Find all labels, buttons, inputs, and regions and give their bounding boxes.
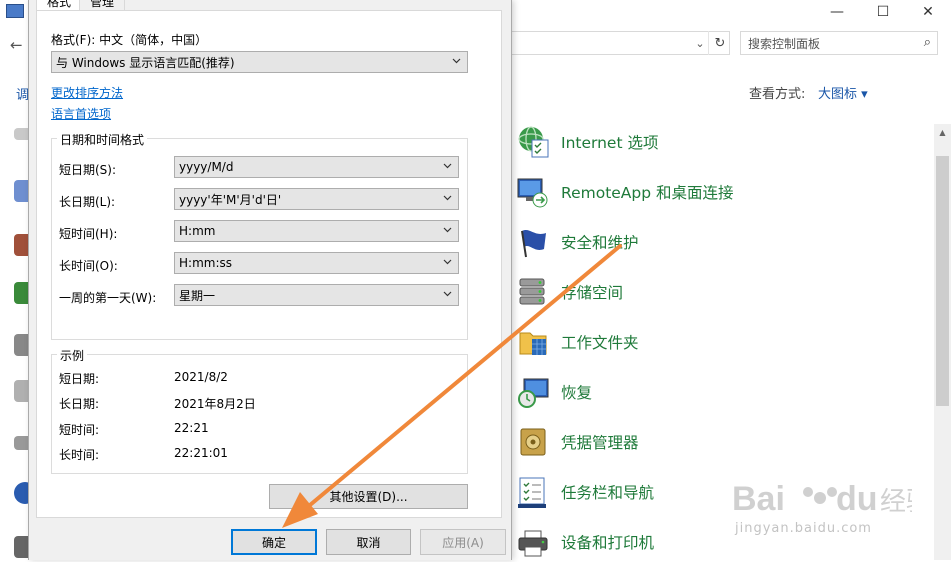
security-flag-icon <box>516 225 550 259</box>
remoteapp-icon <box>516 175 550 209</box>
back-arrow-icon[interactable]: ← <box>10 36 23 54</box>
short-time-select[interactable]: H:mm <box>174 220 459 242</box>
work-folders-icon <box>516 325 550 359</box>
cp-item-label: Internet 选项 <box>561 134 659 152</box>
svg-text:经验: 经验 <box>880 487 912 517</box>
cp-item-remoteapp[interactable]: RemoteApp 和桌面连接 <box>516 172 734 212</box>
cp-item-security-maintenance[interactable]: 安全和维护 <box>516 222 639 262</box>
svg-text:du: du <box>836 480 878 518</box>
minimize-button[interactable]: — <box>814 0 860 24</box>
svg-text:Bai: Bai <box>732 480 785 518</box>
maximize-button[interactable]: ☐ <box>860 0 906 24</box>
cp-item-work-folders[interactable]: 工作文件夹 <box>516 322 639 362</box>
region-dialog: 格式 管理 格式(F): 中文（简体，中国） 与 Windows 显示语言匹配(… <box>28 0 512 560</box>
cp-item-label: 恢复 <box>561 384 593 402</box>
search-placeholder: 搜索控制面板 <box>748 36 821 51</box>
recovery-icon <box>516 375 550 409</box>
first-day-label: 一周的第一天(W): <box>59 291 157 305</box>
credential-manager-icon <box>516 425 550 459</box>
short-date-label: 短日期(S): <box>59 163 117 177</box>
cp-item-label: 任务栏和导航 <box>561 484 655 502</box>
chevron-down-icon <box>443 195 452 201</box>
scroll-up-icon[interactable]: ▲ <box>934 124 951 140</box>
watermark-url: jingyan.baidu.com <box>735 521 872 536</box>
example-long-date-label: 长日期: <box>59 397 100 411</box>
scroll-thumb[interactable] <box>936 156 949 406</box>
cp-item-storage-spaces[interactable]: 存储空间 <box>516 272 623 312</box>
search-icon: ⌕ <box>923 35 931 50</box>
printer-icon <box>516 525 550 559</box>
cp-item-credential-manager[interactable]: 凭据管理器 <box>516 422 639 462</box>
example-long-time-value: 22:21:01 <box>174 446 228 460</box>
chevron-down-icon[interactable]: ⌄ <box>690 31 710 55</box>
short-time-label: 短时间(H): <box>59 227 118 241</box>
view-by-label: 查看方式: <box>749 87 806 102</box>
long-time-select[interactable]: H:mm:ss <box>174 252 459 274</box>
chevron-down-icon <box>452 58 461 64</box>
datetime-group-title: 日期和时间格式 <box>57 131 148 148</box>
format-panel: 格式(F): 中文（简体，中国） 与 Windows 显示语言匹配(推荐) 更改… <box>36 10 502 518</box>
internet-options-icon <box>516 125 550 159</box>
cp-item-devices-printers[interactable]: 设备和打印机 <box>516 522 654 562</box>
storage-spaces-icon <box>516 275 550 309</box>
format-select-value: 与 Windows 显示语言匹配(推荐) <box>56 55 235 70</box>
cp-item-label: 工作文件夹 <box>561 334 639 352</box>
cp-item-internet-options[interactable]: Internet 选项 <box>516 122 658 162</box>
language-preferences-link[interactable]: 语言首选项 <box>51 105 111 122</box>
chevron-down-icon <box>443 227 452 233</box>
change-sort-link[interactable]: 更改排序方法 <box>51 84 123 101</box>
cp-item-taskbar-navigation[interactable]: 任务栏和导航 <box>516 472 654 512</box>
chevron-down-icon <box>443 259 452 265</box>
cp-item-recovery[interactable]: 恢复 <box>516 372 592 412</box>
cp-item-label: RemoteApp 和桌面连接 <box>561 184 734 202</box>
example-short-time-value: 22:21 <box>174 421 209 435</box>
cp-item-label: 安全和维护 <box>561 234 639 252</box>
taskbar-icon <box>516 475 550 509</box>
cp-item-label: 存储空间 <box>561 284 624 302</box>
view-by-dropdown[interactable]: 大图标 ▾ <box>818 83 868 102</box>
examples-group <box>51 354 468 474</box>
apply-button[interactable]: 应用(A) <box>420 529 506 555</box>
window-app-icon <box>6 4 24 18</box>
close-button[interactable]: ✕ <box>905 0 951 24</box>
cp-item-label: 设备和打印机 <box>561 534 655 552</box>
format-select[interactable]: 与 Windows 显示语言匹配(推荐) <box>51 51 468 73</box>
format-label: 格式(F): 中文（简体，中国） <box>51 33 208 47</box>
refresh-icon[interactable]: ↻ <box>708 31 731 55</box>
long-date-select[interactable]: yyyy'年'M'月'd'日' <box>174 188 459 210</box>
example-short-time-label: 短时间: <box>59 423 100 437</box>
example-short-date-label: 短日期: <box>59 372 100 386</box>
long-date-label: 长日期(L): <box>59 195 116 209</box>
chevron-down-icon <box>443 163 452 169</box>
baidu-watermark-logo: Bai du 经验 <box>732 480 912 518</box>
long-time-label: 长时间(O): <box>59 259 118 273</box>
example-long-date-value: 2021年8月2日 <box>174 397 256 411</box>
short-date-select[interactable]: yyyy/M/d <box>174 156 459 178</box>
cancel-button[interactable]: 取消 <box>326 529 411 555</box>
example-short-date-value: 2021/8/2 <box>174 370 228 384</box>
examples-group-title: 示例 <box>57 347 88 364</box>
search-input[interactable]: 搜索控制面板 ⌕ <box>740 31 938 55</box>
cp-item-label: 凭据管理器 <box>561 434 639 452</box>
other-settings-button[interactable]: 其他设置(D)... <box>269 484 468 509</box>
example-long-time-label: 长时间: <box>59 448 100 462</box>
ok-button[interactable]: 确定 <box>231 529 317 555</box>
first-day-select[interactable]: 星期一 <box>174 284 459 306</box>
chevron-down-icon <box>443 291 452 297</box>
